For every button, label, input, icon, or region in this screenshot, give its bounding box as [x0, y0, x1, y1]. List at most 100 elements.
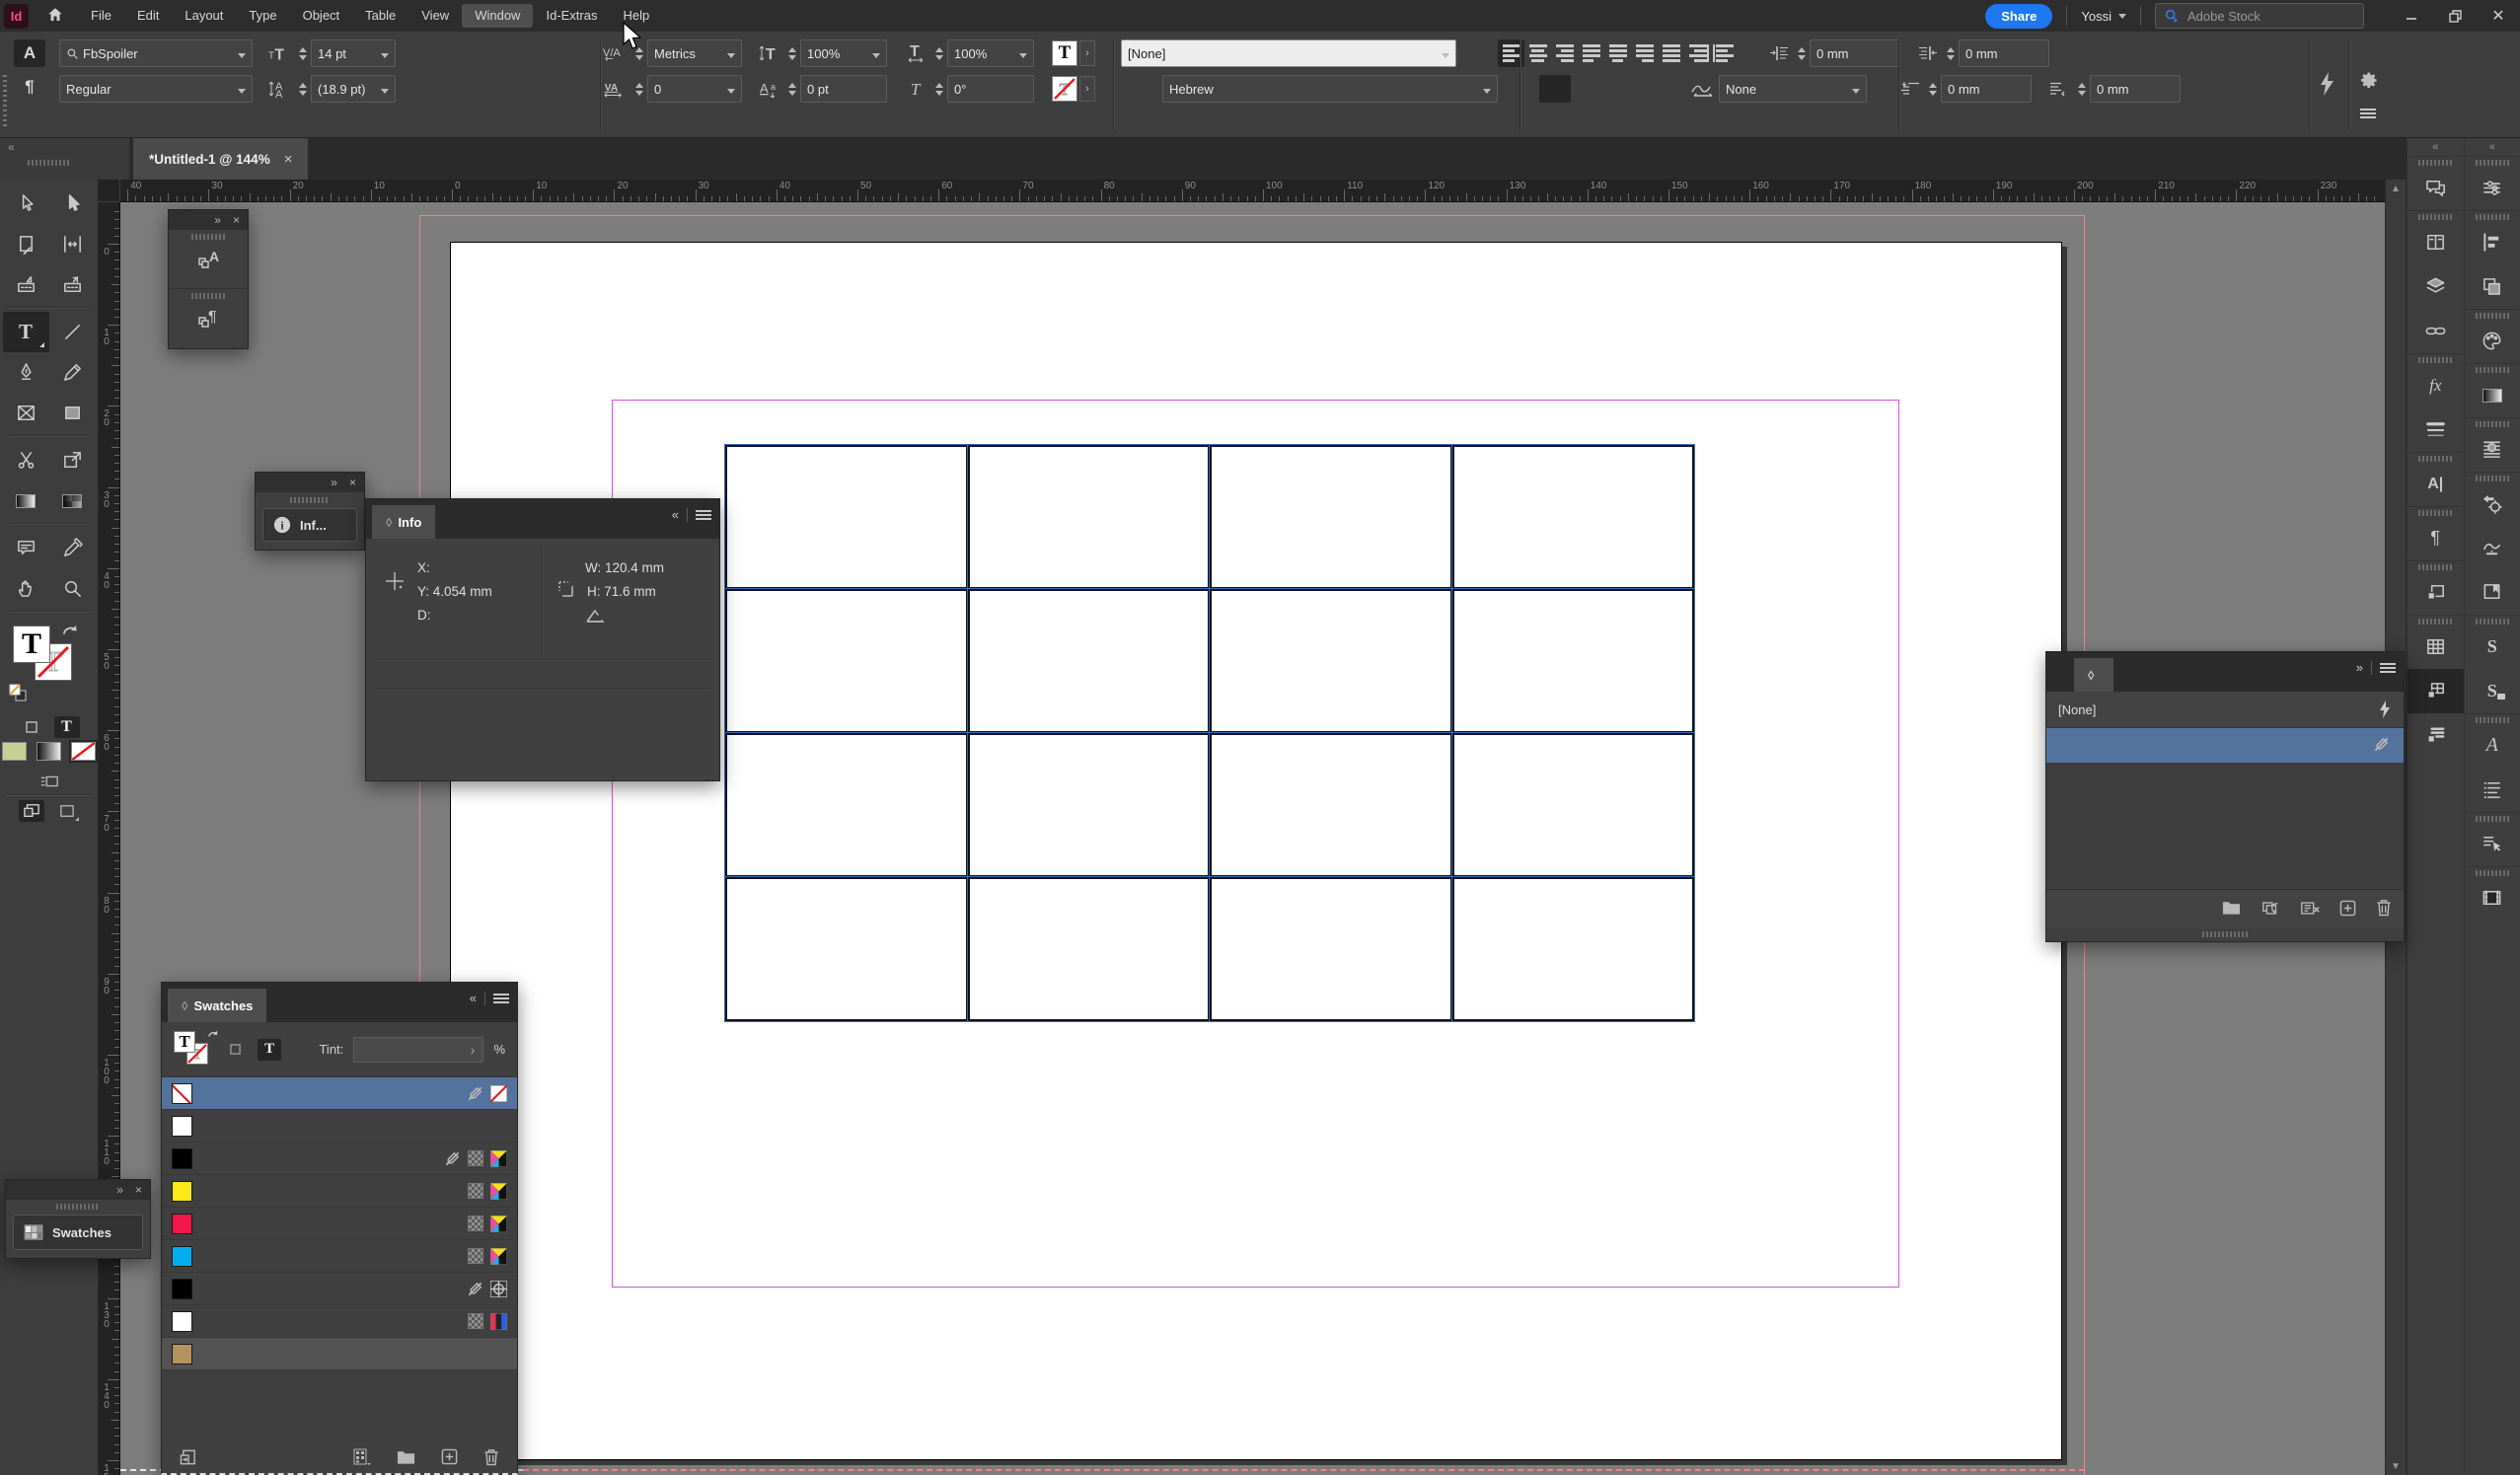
- cell-style-row[interactable]: [2046, 728, 2404, 763]
- justify-last-left-button[interactable]: [1578, 39, 1604, 67]
- tab-cell-styles[interactable]: ◊: [2074, 658, 2113, 692]
- workspace-gear-icon[interactable]: [2360, 71, 2379, 93]
- quick-apply-icon[interactable]: [2378, 701, 2392, 718]
- fill-expander[interactable]: ›: [1079, 40, 1095, 66]
- formatting-affects-text-button[interactable]: T: [54, 716, 80, 738]
- table-cell-r2c4[interactable]: [1452, 589, 1695, 733]
- formatting-affects-container-button[interactable]: [19, 716, 44, 738]
- menu-item-type[interactable]: Type: [236, 4, 289, 28]
- kerning-select[interactable]: Metrics: [647, 39, 742, 67]
- swatch-views-button[interactable]: [353, 1448, 371, 1469]
- table-cell-r1c4[interactable]: [1452, 445, 1695, 589]
- font-size-select[interactable]: 14 pt: [311, 39, 396, 67]
- tab-table[interactable]: [2046, 658, 2074, 692]
- collapse-icon[interactable]: «: [8, 140, 15, 154]
- swatch-row[interactable]: [162, 1305, 517, 1338]
- stepper[interactable]: [2075, 76, 2088, 102]
- expand-icon[interactable]: »: [116, 1183, 123, 1197]
- adjust-panel-icon[interactable]: [2465, 481, 2520, 526]
- paragraph-styles-panel-icon[interactable]: ¶: [169, 299, 248, 338]
- menu-item-object[interactable]: Object: [290, 4, 353, 28]
- character-stroke-swatch[interactable]: T: [1052, 76, 1077, 102]
- subscript-button[interactable]: [445, 75, 475, 103]
- pen-tool[interactable]: [3, 352, 49, 393]
- close-icon[interactable]: ×: [349, 476, 356, 489]
- table-frame[interactable]: [725, 445, 1694, 1021]
- table-cell-r1c3[interactable]: [1210, 445, 1452, 589]
- menu-item-file[interactable]: File: [78, 4, 124, 28]
- strikethrough-button[interactable]: [475, 75, 504, 103]
- justify-all-button[interactable]: [1658, 39, 1684, 67]
- tint-field[interactable]: ›: [353, 1037, 483, 1063]
- expand-icon[interactable]: »: [331, 476, 337, 489]
- table-cell-r3c1[interactable]: [725, 733, 968, 877]
- panel-grip[interactable]: [3, 75, 7, 126]
- tracking-select[interactable]: 0: [647, 75, 742, 103]
- left-indent-field[interactable]: 0 mm: [1810, 39, 1900, 67]
- rectangle-frame-tool[interactable]: [3, 393, 49, 433]
- stepper[interactable]: [632, 76, 645, 102]
- apply-none-button[interactable]: [71, 742, 96, 761]
- fill-stroke-proxy[interactable]: T T: [174, 1031, 213, 1069]
- stepper[interactable]: [785, 40, 798, 66]
- resize-grip[interactable]: [2202, 931, 2248, 937]
- interactive-panel-icon[interactable]: [2465, 822, 2520, 866]
- minimize-button[interactable]: [2397, 5, 2426, 27]
- links-panel-icon[interactable]: [2408, 309, 2464, 353]
- new-cell-style-button[interactable]: [2339, 900, 2356, 920]
- stroke-panel-icon[interactable]: [2408, 407, 2464, 452]
- stepper[interactable]: [1926, 76, 1939, 102]
- collapse-dock-icon[interactable]: «: [2489, 141, 2495, 153]
- character-styles-panel-icon[interactable]: A: [169, 240, 248, 279]
- effects-panel-icon[interactable]: fx: [2408, 363, 2464, 407]
- underline-button[interactable]: [475, 39, 504, 67]
- gradient-tool[interactable]: [3, 480, 49, 521]
- align-panel-icon[interactable]: [2465, 220, 2520, 264]
- apply-color-button[interactable]: [2, 742, 27, 761]
- align-toward-spine-button[interactable]: [1684, 39, 1711, 67]
- vertical-scale-select[interactable]: 100%: [800, 39, 887, 67]
- table-cell-r1c1[interactable]: [725, 445, 968, 589]
- table-cell-r4c4[interactable]: [1452, 877, 1695, 1021]
- table-styles-panel-icon[interactable]: [2408, 713, 2464, 758]
- gradient-feather-tool[interactable]: [49, 480, 96, 521]
- formatting-affects-text-button[interactable]: T: [258, 1039, 282, 1061]
- swatch-row[interactable]: [162, 1240, 517, 1273]
- table-cell-r4c1[interactable]: [725, 877, 968, 1021]
- new-color-group-button[interactable]: [397, 1449, 415, 1468]
- adobe-stock-search[interactable]: [2155, 3, 2364, 29]
- formatting-affects-container-button[interactable]: [223, 1039, 248, 1061]
- clear-overrides-button[interactable]: [2261, 900, 2280, 920]
- font-family-select[interactable]: FbSpoiler: [59, 39, 253, 67]
- collapse-icon[interactable]: «: [672, 507, 679, 522]
- info-panel-collapsed-button[interactable]: i Inf...: [262, 508, 357, 542]
- close-icon[interactable]: ×: [233, 213, 240, 227]
- share-button[interactable]: Share: [1985, 4, 2052, 29]
- stepper[interactable]: [1795, 40, 1808, 66]
- rtl-direction-button[interactable]: [1571, 75, 1602, 103]
- justify-last-center-button[interactable]: [1604, 39, 1631, 67]
- fill-proxy[interactable]: T: [13, 626, 50, 663]
- page-tool[interactable]: [3, 224, 49, 264]
- table-cell-r2c1[interactable]: [725, 589, 968, 733]
- menu-item-table[interactable]: Table: [352, 4, 408, 28]
- table-cell-r3c3[interactable]: [1210, 733, 1452, 877]
- line-tool[interactable]: [49, 312, 96, 352]
- stepper[interactable]: [296, 40, 309, 66]
- glyphs-panel-icon[interactable]: A: [2465, 723, 2520, 768]
- expand-icon[interactable]: »: [214, 213, 221, 227]
- pathfinder-panel-icon[interactable]: [2465, 264, 2520, 309]
- restore-button[interactable]: [2440, 5, 2470, 27]
- language-select[interactable]: Hebrew: [1162, 75, 1498, 103]
- screen-mode-normal-button[interactable]: [19, 800, 44, 822]
- stepper[interactable]: [932, 76, 945, 102]
- menu-item-layout[interactable]: Layout: [172, 4, 236, 28]
- panel-menu-icon[interactable]: [2380, 663, 2396, 673]
- character-style-select[interactable]: [None]: [1121, 39, 1456, 67]
- kashida-select[interactable]: None: [1719, 75, 1867, 103]
- search-input[interactable]: [2186, 8, 2334, 25]
- color-panel-icon[interactable]: [2465, 319, 2520, 363]
- free-transform-tool[interactable]: [49, 440, 96, 480]
- note-tool[interactable]: [3, 528, 49, 568]
- swatch-row[interactable]: [162, 1110, 517, 1143]
